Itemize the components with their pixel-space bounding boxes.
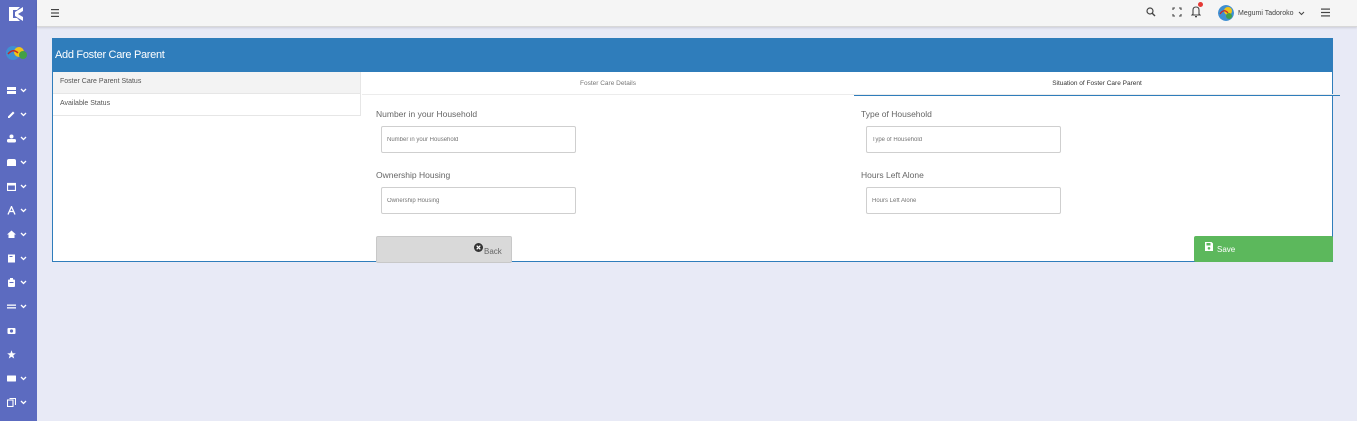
tab-foster-care-details[interactable]: Foster Care Details — [362, 72, 854, 95]
sidebar-item-list[interactable] — [0, 296, 37, 316]
save-button[interactable]: Save — [1194, 236, 1333, 262]
sidebar-item-copy[interactable] — [0, 392, 37, 412]
card-icon — [7, 375, 16, 381]
household-number-input[interactable] — [381, 126, 576, 153]
section-menu: Foster Care Parent Status Available Stat… — [53, 72, 361, 116]
chevron-down-icon — [20, 304, 27, 308]
sidebar-item-home[interactable] — [0, 224, 37, 244]
star-icon — [7, 349, 16, 358]
section-item-foster-care-parent-status[interactable]: Foster Care Parent Status — [53, 72, 361, 94]
chevron-down-icon — [20, 184, 27, 188]
sidebar-item-clipboard[interactable] — [0, 272, 37, 292]
sidebar-item-camera[interactable] — [0, 320, 37, 340]
chevron-down-icon — [1298, 11, 1304, 15]
chevron-down-icon — [20, 280, 27, 284]
chevron-down-icon — [20, 376, 27, 380]
left-sidebar — [0, 0, 37, 421]
briefcase-icon — [7, 158, 16, 166]
font-icon — [7, 205, 16, 215]
sidebar-item-group[interactable] — [0, 128, 37, 148]
floppy-disk-icon — [1205, 242, 1213, 251]
clipboard-icon — [8, 277, 15, 287]
section-item-available-status[interactable]: Available Status — [53, 94, 361, 116]
sidebar-item-storage[interactable] — [0, 80, 37, 100]
panel-title: Add Foster Care Parent — [53, 39, 1332, 72]
sidebar-item-calendar[interactable] — [0, 176, 37, 196]
household-type-input[interactable] — [866, 126, 1061, 153]
close-circle-icon — [474, 243, 483, 252]
chevron-down-icon — [20, 136, 27, 140]
top-bar: Megumi Tadoroko — [37, 0, 1357, 27]
ownership-housing-input[interactable] — [381, 187, 576, 214]
user-menu[interactable]: Megumi Tadoroko — [1218, 4, 1305, 22]
sidebar-item-font[interactable] — [0, 200, 37, 220]
options-menu-icon[interactable] — [1320, 7, 1332, 18]
hours-left-alone-label: Hours Left Alone — [861, 170, 924, 180]
app-logo-icon[interactable] — [6, 4, 26, 24]
camera-icon — [7, 327, 16, 334]
hours-left-alone-input[interactable] — [866, 187, 1061, 214]
search-icon[interactable] — [1146, 6, 1156, 18]
chevron-down-icon — [20, 256, 27, 260]
chevron-down-icon — [20, 400, 27, 404]
fullscreen-icon[interactable] — [1172, 6, 1182, 18]
notification-badge — [1198, 2, 1203, 7]
sidebar-item-book[interactable] — [0, 248, 37, 268]
sidebar-item-briefcase[interactable] — [0, 152, 37, 172]
chevron-down-icon — [20, 88, 27, 92]
storage-icon — [7, 86, 16, 94]
chevron-down-icon — [20, 112, 27, 116]
user-name: Megumi Tadoroko — [1238, 9, 1294, 17]
hamburger-menu-icon[interactable] — [49, 7, 63, 19]
chevron-down-icon — [20, 232, 27, 236]
back-button[interactable]: Back — [376, 236, 512, 263]
ownership-housing-label: Ownership Housing — [376, 170, 451, 180]
add-foster-care-parent-panel: Add Foster Care Parent Foster Care Paren… — [52, 38, 1340, 263]
calendar-icon — [7, 182, 16, 191]
home-icon — [7, 230, 16, 238]
book-icon — [8, 254, 15, 262]
edit-icon — [8, 111, 15, 118]
copy-icon — [7, 397, 16, 407]
household-number-label: Number in your Household — [376, 109, 478, 119]
chevron-down-icon — [20, 208, 27, 212]
list-icon — [7, 304, 16, 308]
sidebar-item-card[interactable] — [0, 368, 37, 388]
save-button-label: Save — [1217, 245, 1236, 254]
sidebar-item-star[interactable] — [0, 344, 37, 364]
household-type-label: Type of Household — [861, 109, 932, 119]
group-icon — [7, 134, 16, 142]
sidebar-item-edit[interactable] — [0, 104, 37, 124]
tab-situation-of-foster-care-parent[interactable]: Situation of Foster Care Parent — [854, 72, 1340, 96]
chevron-down-icon — [20, 160, 27, 164]
tabs: Foster Care Details Situation of Foster … — [362, 72, 1340, 96]
back-button-label: Back — [484, 247, 502, 256]
organization-logo-icon — [6, 46, 27, 60]
avatar — [1218, 5, 1234, 21]
